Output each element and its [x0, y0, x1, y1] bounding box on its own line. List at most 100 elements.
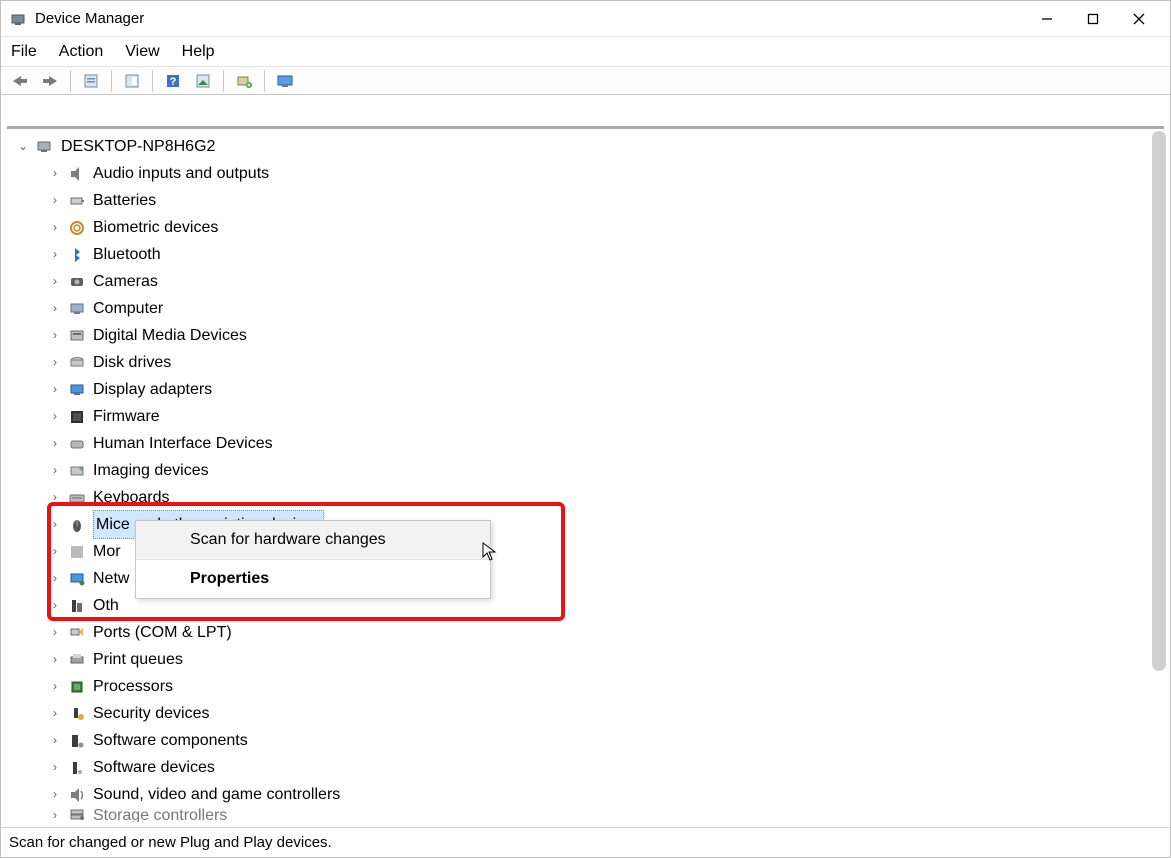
tree-category[interactable]: › Biometric devices — [13, 214, 1164, 241]
tree-category[interactable]: › Computer — [13, 295, 1164, 322]
menu-file[interactable]: File — [11, 43, 37, 61]
tree-root[interactable]: ⌄ DESKTOP-NP8H6G2 — [13, 133, 1164, 160]
tree-category[interactable]: › Disk drives — [13, 349, 1164, 376]
tree-category[interactable]: ›Human Interface Devices — [13, 430, 1164, 457]
chevron-right-icon: › — [49, 619, 61, 646]
category-label: Software components — [93, 727, 248, 754]
chevron-right-icon: › — [49, 511, 61, 538]
category-icon — [67, 245, 87, 265]
category-icon — [67, 326, 87, 346]
category-label: Cameras — [93, 268, 158, 295]
category-icon — [67, 515, 87, 535]
category-icon — [67, 299, 87, 319]
menu-view[interactable]: View — [125, 43, 159, 61]
category-label: Computer — [93, 295, 163, 322]
menu-action[interactable]: Action — [59, 43, 103, 61]
tree-category[interactable]: › Batteries — [13, 187, 1164, 214]
root-label: DESKTOP-NP8H6G2 — [61, 133, 215, 160]
category-icon — [67, 407, 87, 427]
context-menu: Scan for hardware changes Properties — [135, 520, 491, 599]
toolbar-separator — [223, 70, 224, 92]
menu-bar: File Action View Help — [1, 37, 1170, 67]
tree-category[interactable]: › Firmware — [13, 403, 1164, 430]
tree-category[interactable]: ›Software devices — [13, 754, 1164, 781]
category-icon — [67, 380, 87, 400]
chevron-right-icon: › — [49, 241, 61, 268]
properties-button[interactable] — [119, 70, 145, 92]
tree-container: ⌄ DESKTOP-NP8H6G2 ›Audio inputs and outp… — [7, 126, 1164, 824]
window-controls — [1024, 1, 1162, 37]
tree-category[interactable]: ›Software components — [13, 727, 1164, 754]
category-label: Security devices — [93, 700, 210, 727]
category-icon — [67, 596, 87, 616]
chevron-right-icon: › — [49, 403, 61, 430]
category-label: Software devices — [93, 754, 215, 781]
category-icon — [67, 808, 87, 822]
category-label: Sound, video and game controllers — [93, 781, 340, 808]
chevron-right-icon: › — [49, 268, 61, 295]
chevron-right-icon: › — [49, 781, 61, 808]
category-label: Biometric devices — [93, 214, 218, 241]
monitor-button[interactable] — [272, 70, 298, 92]
chevron-right-icon: › — [49, 646, 61, 673]
maximize-button[interactable] — [1070, 1, 1116, 37]
category-label: Display adapters — [93, 376, 212, 403]
context-scan-hardware[interactable]: Scan for hardware changes — [136, 521, 490, 559]
tree-category[interactable]: › Sound, video and game controllers — [13, 781, 1164, 808]
tree-category[interactable]: ›Storage controllers — [13, 808, 1164, 822]
tree-category[interactable]: ›Display adapters — [13, 376, 1164, 403]
category-label: Mor — [93, 538, 121, 565]
category-icon — [67, 542, 87, 562]
chevron-right-icon: › — [49, 214, 61, 241]
category-label: Storage controllers — [93, 808, 227, 822]
chevron-right-icon: › — [49, 349, 61, 376]
help-button[interactable]: ? — [160, 70, 186, 92]
category-icon — [67, 569, 87, 589]
category-label: Disk drives — [93, 349, 171, 376]
menu-help[interactable]: Help — [182, 43, 215, 61]
minimize-button[interactable] — [1024, 1, 1070, 37]
category-icon — [67, 704, 87, 724]
back-button[interactable] — [7, 70, 33, 92]
app-icon — [9, 10, 27, 28]
context-item-label: Properties — [190, 570, 269, 587]
category-label: Firmware — [93, 403, 160, 430]
category-icon — [67, 191, 87, 211]
tree-category[interactable]: › Cameras — [13, 268, 1164, 295]
device-tree[interactable]: ⌄ DESKTOP-NP8H6G2 ›Audio inputs and outp… — [7, 129, 1164, 824]
show-hidden-button[interactable] — [78, 70, 104, 92]
tree-category[interactable]: ›Ports (COM & LPT) — [13, 619, 1164, 646]
category-label: Batteries — [93, 187, 156, 214]
toolbar-separator — [264, 70, 265, 92]
vertical-scrollbar[interactable] — [1152, 131, 1166, 671]
category-icon — [67, 677, 87, 697]
category-label: Human Interface Devices — [93, 430, 273, 457]
tree-category[interactable]: ›Security devices — [13, 700, 1164, 727]
tree-category[interactable]: ›Imaging devices — [13, 457, 1164, 484]
chevron-right-icon: › — [49, 538, 61, 565]
category-label: Digital Media Devices — [93, 322, 247, 349]
category-icon — [67, 488, 87, 508]
close-button[interactable] — [1116, 1, 1162, 37]
tree-category[interactable]: ›Processors — [13, 673, 1164, 700]
context-properties[interactable]: Properties — [136, 560, 490, 598]
computer-icon — [35, 137, 55, 157]
toolbar-separator — [111, 70, 112, 92]
forward-button[interactable] — [37, 70, 63, 92]
chevron-right-icon: › — [49, 457, 61, 484]
chevron-right-icon: › — [49, 187, 61, 214]
scan-hardware-button[interactable] — [190, 70, 216, 92]
tree-category[interactable]: ›Digital Media Devices — [13, 322, 1164, 349]
toolbar: ? — [1, 67, 1170, 95]
add-hardware-button[interactable] — [231, 70, 257, 92]
status-bar: Scan for changed or new Plug and Play de… — [1, 827, 1170, 857]
chevron-right-icon: › — [49, 565, 61, 592]
tree-category[interactable]: ›Print queues — [13, 646, 1164, 673]
category-icon — [67, 434, 87, 454]
chevron-down-icon: ⌄ — [17, 133, 29, 160]
chevron-right-icon: › — [49, 295, 61, 322]
tree-category[interactable]: ›Bluetooth — [13, 241, 1164, 268]
tree-category[interactable]: ›Keyboards — [13, 484, 1164, 511]
tree-category[interactable]: ›Audio inputs and outputs — [13, 160, 1164, 187]
chevron-right-icon: › — [49, 673, 61, 700]
